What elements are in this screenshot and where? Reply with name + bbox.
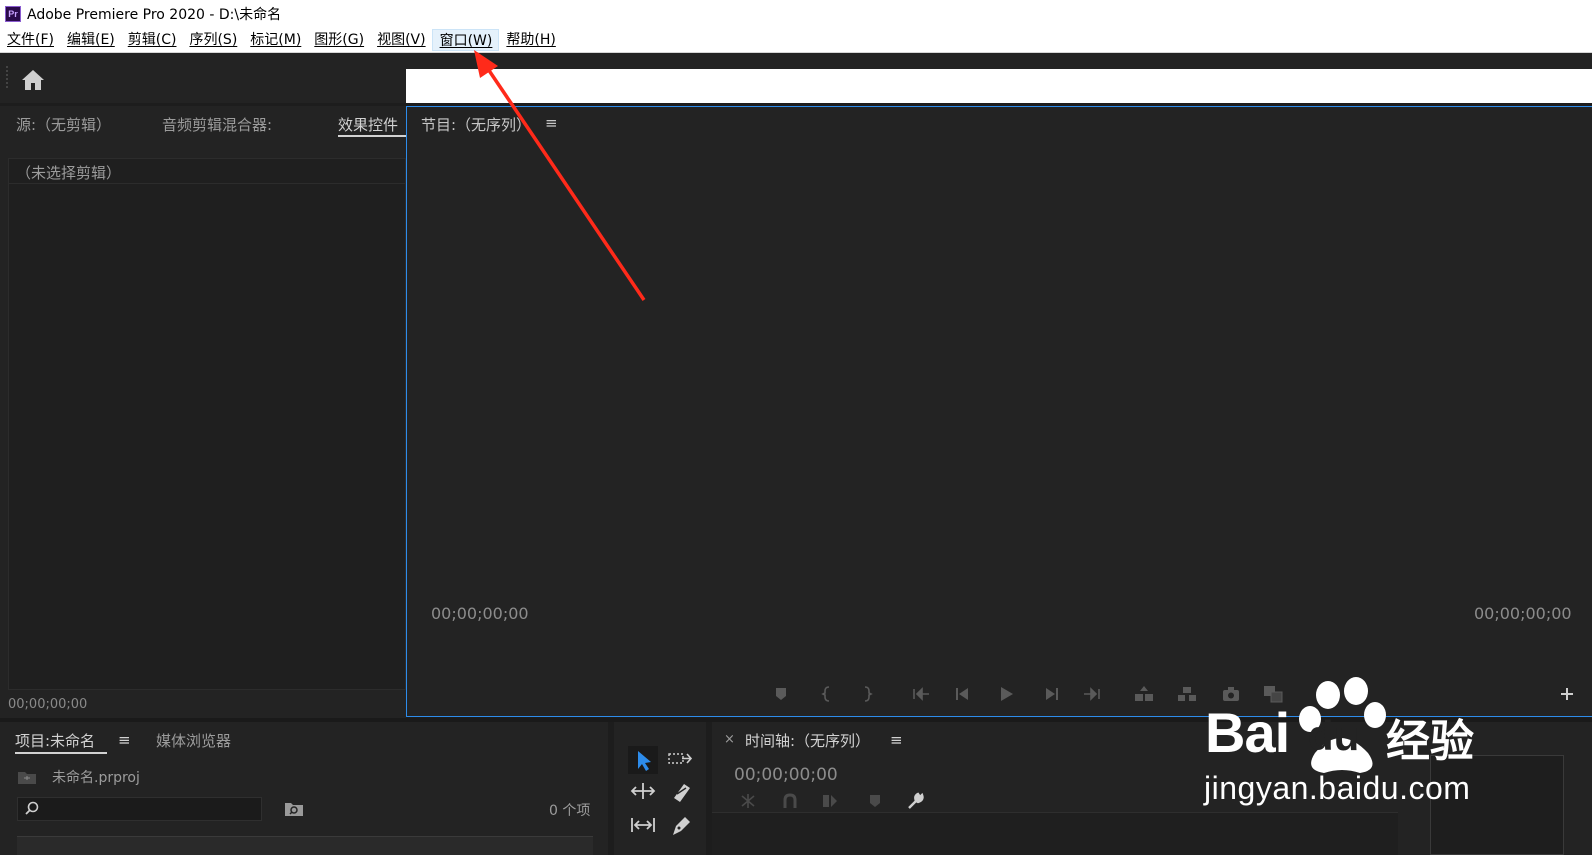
home-icon[interactable] [20, 67, 46, 93]
project-file-name: 未命名.prproj [52, 770, 140, 786]
ripple-edit-icon [630, 783, 656, 799]
play-icon[interactable] [995, 683, 1017, 705]
panel-menu-icon[interactable]: ≡ [545, 114, 558, 132]
menu-bar: 文件(F) 编辑(E) 剪辑(C) 序列(S) 标记(M) 图形(G) 视图(V… [0, 28, 1592, 53]
timeline-track-area[interactable] [712, 812, 1398, 855]
menu-view[interactable]: 视图(V) [370, 29, 432, 51]
mark-out-icon[interactable] [856, 683, 878, 705]
menu-clip[interactable]: 剪辑(C) [121, 29, 183, 51]
go-to-out-icon[interactable] [1081, 683, 1103, 705]
window-title: Adobe Premiere Pro 2020 - D:\未命名 [27, 7, 282, 23]
menu-window[interactable]: 窗口(W) [431, 29, 500, 51]
add-marker-icon[interactable] [865, 792, 885, 810]
project-panel-menu-icon[interactable]: ≡ [118, 731, 131, 749]
pen-icon [673, 817, 690, 835]
go-to-in-icon[interactable] [910, 683, 932, 705]
extract-icon[interactable] [1176, 683, 1198, 705]
menu-edit[interactable]: 编辑(E) [60, 29, 121, 51]
timeline-panel-menu-icon[interactable]: ≡ [890, 731, 903, 749]
marker-icon[interactable] [770, 683, 792, 705]
playhead-timecode[interactable]: 00;00;00;00 [431, 604, 529, 623]
timeline-timecode[interactable]: 00;00;00;00 [734, 765, 838, 785]
item-count-label: 0 个项 [549, 803, 591, 819]
find-icon[interactable] [284, 800, 304, 818]
tab-audio-clip-mixer[interactable]: 音频剪辑混合器: [162, 114, 272, 135]
step-forward-icon[interactable] [1040, 683, 1062, 705]
watermark-jingyan: 经验 [1386, 716, 1474, 767]
pen-tool[interactable] [666, 812, 696, 840]
project-tab-underline [15, 752, 107, 754]
track-select-tool[interactable] [666, 746, 696, 774]
linked-selection-icon[interactable] [820, 792, 840, 810]
timeline-close-button[interactable]: × [724, 732, 735, 747]
slip-icon [631, 818, 655, 832]
program-monitor-title[interactable]: 节目:（无序列） [421, 114, 531, 135]
tab-effect-controls[interactable]: 效果控件 [338, 114, 398, 135]
ripple-edit-tool[interactable] [628, 778, 658, 806]
timeline-title[interactable]: 时间轴:（无序列） [745, 730, 870, 751]
razor-tool[interactable] [666, 778, 696, 806]
tab-project[interactable]: 项目:未命名 [15, 730, 95, 751]
menu-graphics[interactable]: 图形(G) [307, 29, 370, 51]
mark-in-icon[interactable] [816, 683, 838, 705]
search-icon [25, 801, 39, 815]
workspace-tabs-area [406, 69, 1592, 103]
menu-file[interactable]: 文件(F) [0, 29, 60, 51]
effect-controls-area [8, 158, 406, 690]
tab-media-browser[interactable]: 媒体浏览器 [156, 730, 231, 751]
title-bar: Pr Adobe Premiere Pro 2020 - D:\未命名 [0, 0, 1592, 28]
lift-icon[interactable] [1133, 683, 1155, 705]
duration-timecode: 00;00;00;00 [1474, 604, 1572, 623]
no-clip-selected-label: （未选择剪辑） [16, 164, 122, 182]
step-back-icon[interactable] [952, 683, 974, 705]
drag-grip[interactable] [6, 66, 8, 88]
nest-icon[interactable] [738, 792, 758, 810]
razor-icon [674, 784, 690, 802]
watermark-url: jingyan.baidu.com [1204, 770, 1471, 806]
selection-arrow-icon [638, 751, 651, 771]
selection-tool[interactable] [628, 746, 658, 774]
watermark-brand-tail: du [1308, 712, 1360, 759]
menu-help[interactable]: 帮助(H) [499, 29, 561, 51]
watermark-brand: Bai [1205, 701, 1290, 764]
premiere-app-icon: Pr [5, 6, 21, 22]
wrench-icon[interactable] [905, 792, 925, 810]
menu-sequence[interactable]: 序列(S) [182, 29, 243, 51]
project-search-input[interactable] [17, 797, 262, 821]
program-monitor[interactable] [406, 106, 1592, 717]
add-button-icon[interactable] [1556, 683, 1578, 705]
tab-source[interactable]: 源:（无剪辑） [16, 114, 111, 135]
track-select-icon [668, 753, 693, 764]
project-list-header[interactable] [17, 836, 593, 855]
slip-tool[interactable] [628, 812, 658, 840]
tab-active-underline [338, 135, 406, 137]
effect-controls-timecode: 00;00;00;00 [8, 697, 88, 712]
snap-icon[interactable] [780, 792, 800, 810]
menu-markers[interactable]: 标记(M) [243, 29, 307, 51]
project-folder-icon [18, 772, 36, 784]
